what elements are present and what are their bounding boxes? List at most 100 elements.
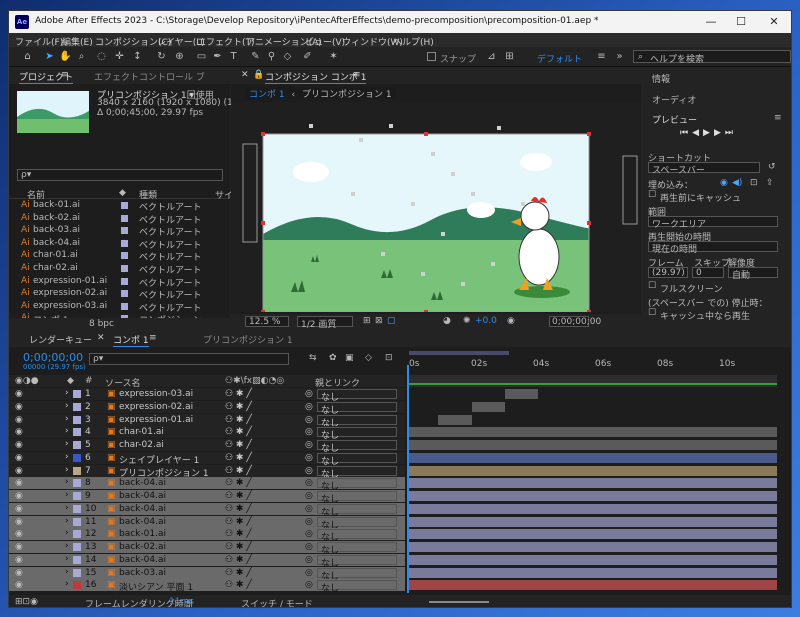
pickwhip-icon[interactable]: ◎ [305, 427, 313, 437]
brush-tool-icon[interactable]: ✎ [249, 50, 262, 63]
playhead[interactable] [407, 365, 409, 593]
pen-tool-icon[interactable]: ✒ [211, 50, 224, 63]
parent-dropdown[interactable]: なし [317, 567, 397, 582]
layer-duration-bar[interactable] [409, 452, 777, 463]
mask-icon[interactable]: ⊠ [375, 316, 383, 326]
label-swatch[interactable] [121, 214, 128, 222]
layer-label-swatch[interactable] [73, 581, 81, 590]
shortcut-dropdown[interactable]: スペースバー [648, 162, 760, 176]
pickwhip-icon[interactable]: ◎ [305, 555, 313, 565]
parent-dropdown[interactable]: なし [317, 516, 397, 531]
project-list-item[interactable]: Ai back-02.ai ベクトルアート [9, 213, 230, 226]
layer-label-swatch[interactable] [73, 466, 81, 475]
fps-dropdown[interactable]: (29.97) [648, 267, 688, 278]
layer-switch-icons[interactable]: ⚇ ✱ ╱ [225, 504, 252, 514]
fullscreen-checkbox[interactable]: ☐ [648, 281, 656, 291]
workspace-expand-icon[interactable]: » [613, 50, 626, 63]
layer-switch-icons[interactable]: ⚇ ✱ ╱ [225, 529, 252, 539]
layer-label-swatch[interactable] [73, 479, 81, 488]
layer-name[interactable]: back-04.ai [119, 504, 166, 514]
layer-switch-icons[interactable]: ⚇ ✱ ╱ [225, 555, 252, 565]
layer-row[interactable]: ◉ › 1 ▣ expression-03.ai ⚇ ✱ ╱ ◎ なし [9, 388, 791, 403]
skip-dropdown[interactable]: 0 [692, 267, 724, 278]
pickwhip-icon[interactable]: ◎ [305, 402, 313, 412]
twirl-icon[interactable]: › [65, 477, 69, 487]
tab-precomp1[interactable]: プリコンポジション 1 [203, 333, 293, 346]
parent-dropdown[interactable]: なし [317, 478, 397, 492]
layer-row[interactable]: ◉ › 9 ▣ back-04.ai ⚇ ✱ ╱ ◎ なし [9, 490, 791, 505]
eye-icon[interactable]: ◉ [15, 542, 23, 552]
twirl-icon[interactable]: › [65, 516, 69, 526]
parent-dropdown[interactable]: なし [317, 440, 397, 454]
snap-edge-icon[interactable]: ⊞ [503, 50, 516, 63]
clone-tool-icon[interactable]: ⚲ [265, 50, 278, 63]
audio-toggle-icon[interactable]: ◀) [732, 178, 742, 188]
pickwhip-icon[interactable]: ◎ [305, 453, 313, 463]
parent-dropdown[interactable]: なし [317, 401, 397, 416]
layer-icon[interactable]: ⇪ [766, 178, 774, 188]
breadcrumb-comp1[interactable]: コンポ 1 [249, 90, 285, 100]
layer-duration-bar[interactable] [504, 389, 538, 399]
layer-duration-bar[interactable] [409, 440, 777, 450]
parent-dropdown[interactable]: なし [317, 491, 397, 505]
frame-blend-icon[interactable]: ◇ [365, 353, 372, 363]
pickwhip-icon[interactable]: ◎ [305, 389, 313, 399]
close-comp-tab-icon[interactable]: ✕ [97, 333, 105, 343]
zoom-slider[interactable] [429, 601, 489, 603]
snapshot-icon[interactable]: ◉ [507, 316, 515, 326]
puppet-tool-icon[interactable]: ✶ [327, 50, 340, 63]
layer-row[interactable]: ◉ › 14 ▣ back-04.ai ⚇ ✱ ╱ ◎ なし [9, 553, 791, 569]
overlay-icon[interactable]: ⊡ [750, 178, 758, 188]
shy-icon[interactable]: ▣ [345, 353, 354, 363]
layer-duration-bar[interactable] [409, 529, 777, 540]
twirl-icon[interactable]: › [65, 401, 69, 411]
layer-name[interactable]: back-02.ai [119, 542, 166, 552]
layer-row[interactable]: ◉ › 11 ▣ back-04.ai ⚇ ✱ ╱ ◎ なし [9, 515, 791, 531]
minimize-button[interactable]: — [696, 14, 726, 30]
layer-duration-bar[interactable] [409, 427, 777, 438]
layer-duration-bar[interactable] [409, 567, 777, 578]
project-list-item[interactable]: Ai back-04.ai ベクトルアート [9, 238, 230, 251]
eye-icon[interactable]: ◉ [15, 478, 23, 488]
eye-icon[interactable]: ◉ [15, 580, 23, 590]
parent-dropdown[interactable]: なし [317, 389, 397, 403]
layer-row[interactable]: ◉ › 12 ▣ back-01.ai ⚇ ✱ ╱ ◎ なし [9, 528, 791, 543]
pan-tool-icon[interactable]: ✛ [113, 50, 126, 63]
zoom-tool-icon[interactable]: ⌕ [75, 50, 88, 63]
parent-dropdown[interactable]: なし [317, 542, 397, 556]
twirl-icon[interactable]: › [65, 503, 69, 513]
dolly-tool-icon[interactable]: ↕ [131, 50, 144, 63]
parent-dropdown[interactable]: なし [317, 427, 397, 441]
snap-option-icon[interactable]: ⊿ [485, 50, 498, 63]
label-swatch[interactable] [121, 239, 128, 247]
info-panel-title[interactable]: 情報 [652, 72, 670, 85]
layer-switch-icons[interactable]: ⚇ ✱ ╱ [225, 427, 252, 437]
layer-row[interactable]: ◉ › 2 ▣ expression-02.ai ⚇ ✱ ╱ ◎ なし [9, 400, 791, 416]
layer-switch-icons[interactable]: ⚇ ✱ ╱ [225, 466, 252, 476]
eye-icon[interactable]: ◉ [15, 517, 23, 527]
layer-label-swatch[interactable] [73, 517, 81, 526]
comp-timecode[interactable]: 0;00;00;00 [549, 316, 601, 327]
roto-brush-icon[interactable]: ✐ [301, 50, 314, 63]
snap-checkbox[interactable] [427, 52, 436, 61]
layer-switch-icons[interactable]: ⚇ ✱ ╱ [225, 415, 252, 425]
layer-row[interactable]: ◉ › 16 ▣ 淡いシアン 平面 1 ⚇ ✱ ╱ ◎ なし [9, 579, 791, 594]
layer-row[interactable]: ◉ › 6 ▣ シェイプレイヤー 1 ⚇ ✱ ╱ ◎ なし [9, 451, 791, 467]
color-icon[interactable]: ◕ [443, 316, 451, 326]
breadcrumb-precomp[interactable]: プリコンポジション 1 [302, 90, 392, 100]
layer-switch-icons[interactable]: ⚇ ✱ ╱ [225, 478, 252, 488]
layer-switch-icons[interactable]: ⚇ ✱ ╱ [225, 542, 252, 552]
layer-duration-bar[interactable] [409, 580, 777, 591]
region-icon[interactable]: ▢ [387, 316, 396, 326]
composition-mini-icon[interactable]: ⇆ [309, 353, 317, 363]
project-search-input[interactable]: ρ▾ [17, 169, 223, 181]
layer-row[interactable]: ◉ › 4 ▣ char-01.ai ⚇ ✱ ╱ ◎ なし [9, 426, 791, 441]
pickwhip-icon[interactable]: ◎ [305, 517, 313, 527]
layer-row[interactable]: ◉ › 10 ▣ back-04.ai ⚇ ✱ ╱ ◎ なし [9, 502, 791, 518]
twirl-icon[interactable]: › [65, 426, 69, 436]
eye-icon[interactable]: ◉ [15, 389, 23, 399]
twirl-icon[interactable]: › [65, 490, 69, 500]
layer-name[interactable]: expression-01.ai [119, 415, 193, 425]
preview-panel-title[interactable]: プレビュー [652, 113, 697, 126]
layer-switch-icons[interactable]: ⚇ ✱ ╱ [225, 453, 252, 463]
